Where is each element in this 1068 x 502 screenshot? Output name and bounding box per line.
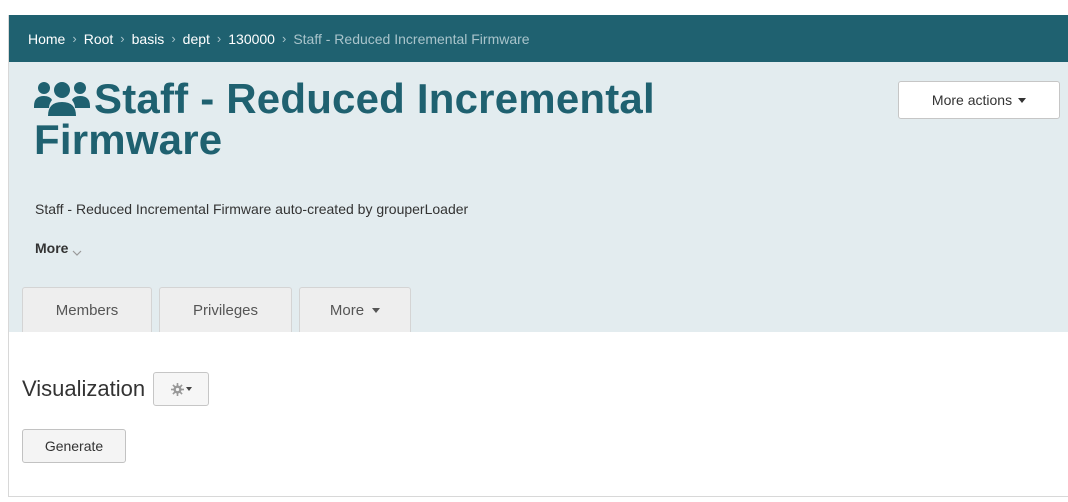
group-description: Staff - Reduced Incremental Firmware aut… xyxy=(35,201,469,217)
breadcrumb-dept[interactable]: dept xyxy=(183,31,210,47)
breadcrumb-separator: › xyxy=(72,31,77,46)
tab-privileges[interactable]: Privileges xyxy=(159,287,292,332)
visualization-header: Visualization xyxy=(22,372,210,406)
tab-members[interactable]: Members xyxy=(22,287,152,332)
tab-more-label: More xyxy=(329,301,365,319)
breadcrumb-basis[interactable]: basis xyxy=(132,31,165,47)
group-header: Staff - Reduced Incremental Firmware Mor… xyxy=(9,62,1068,332)
generate-button[interactable]: Generate xyxy=(22,429,126,463)
caret-down-icon xyxy=(1018,97,1027,103)
breadcrumb-separator: › xyxy=(171,31,176,46)
tab-bar: Members Privileges More xyxy=(22,287,418,332)
chevron-down-icon xyxy=(71,244,83,256)
more-toggle[interactable]: More xyxy=(35,240,83,256)
visualization-settings-button[interactable] xyxy=(153,372,210,406)
breadcrumb-separator: › xyxy=(120,31,125,46)
page-title-text: Staff - Reduced Incremental Firmware xyxy=(34,75,655,163)
breadcrumb-130000[interactable]: 130000 xyxy=(228,31,275,47)
main-content: Visualization Generate xyxy=(9,332,1068,496)
caret-down-icon xyxy=(185,387,192,391)
breadcrumb-home[interactable]: Home xyxy=(28,31,65,47)
visualization-title: Visualization xyxy=(22,376,146,401)
breadcrumb: Home › Root › basis › dept › 130000 › St… xyxy=(9,15,1068,62)
gear-icon xyxy=(170,382,184,396)
title-row: Staff - Reduced Incremental Firmware xyxy=(34,75,754,163)
page-title: Staff - Reduced Incremental Firmware xyxy=(34,75,754,163)
more-toggle-label: More xyxy=(35,240,69,256)
breadcrumb-current: Staff - Reduced Incremental Firmware xyxy=(293,30,530,47)
breadcrumb-separator: › xyxy=(216,31,222,46)
tab-privileges-label: Privileges xyxy=(192,301,259,319)
more-actions-label: More actions xyxy=(931,92,1013,108)
users-icon xyxy=(34,78,90,118)
more-actions-button[interactable]: More actions xyxy=(898,81,1060,119)
caret-down-icon xyxy=(372,307,381,313)
tab-members-label: Members xyxy=(55,301,119,319)
page-frame: Home › Root › basis › dept › 130000 › St… xyxy=(8,15,1068,497)
breadcrumb-separator: › xyxy=(281,31,287,46)
breadcrumb-root[interactable]: Root xyxy=(84,31,114,47)
tab-more[interactable]: More xyxy=(299,287,411,332)
